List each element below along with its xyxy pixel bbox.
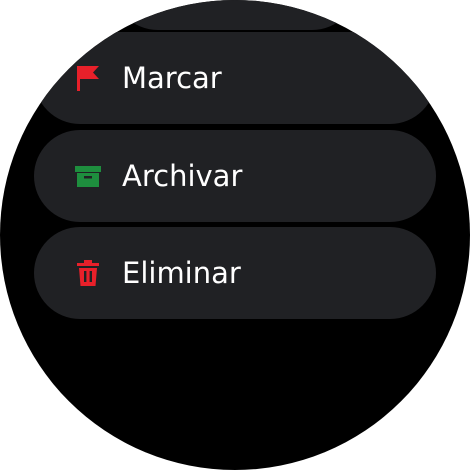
delete-button[interactable]: Eliminar [34,227,436,319]
trash-icon [77,260,99,286]
mark-button[interactable]: Marcar [34,32,436,124]
archive-label: Archivar [122,159,243,193]
previous-chip-partial[interactable] [112,0,358,30]
mark-label: Marcar [122,61,222,95]
archive-button[interactable]: Archivar [34,130,436,222]
delete-label: Eliminar [122,256,241,290]
archive-icon [75,166,101,187]
flag-icon [77,66,99,91]
watch-screen: Marcar Archivar Eliminar [0,0,470,470]
